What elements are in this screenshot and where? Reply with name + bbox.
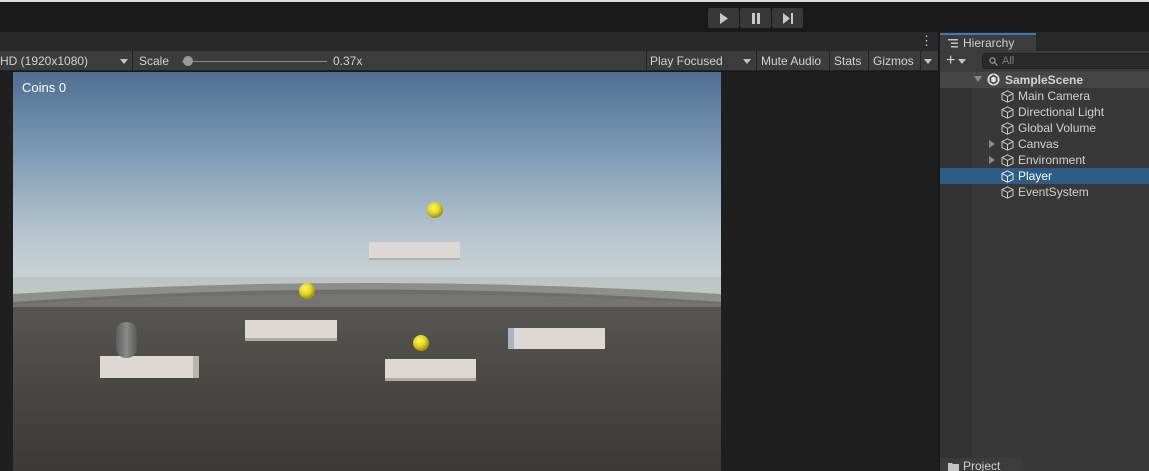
chevron-down-icon	[958, 58, 967, 64]
chevron-down-icon	[120, 59, 128, 64]
player-capsule	[116, 322, 137, 358]
item-label: Canvas	[1018, 137, 1059, 151]
platform	[100, 356, 199, 378]
step-icon	[782, 12, 793, 24]
toolbar-divider	[756, 51, 757, 71]
expand-arrow-icon[interactable]	[974, 76, 982, 82]
toolbar-divider	[132, 51, 133, 71]
coins-counter: Coins 0	[22, 80, 67, 95]
hierarchy-list-icon	[948, 38, 958, 47]
gameobject-cube-icon	[1001, 122, 1014, 135]
hierarchy-toolbar: + All	[940, 51, 1149, 72]
gizmos-dropdown-icon[interactable]	[924, 59, 932, 64]
hierarchy-item-eventsystem[interactable]: EventSystem	[940, 184, 1149, 200]
game-viewport[interactable]: Coins 0	[13, 72, 721, 471]
hierarchy-item-canvas[interactable]: Canvas	[940, 136, 1149, 152]
toolbar-divider	[868, 51, 869, 71]
gizmos-button[interactable]: Gizmos	[873, 51, 914, 71]
stats-button[interactable]: Stats	[834, 51, 861, 71]
play-icon	[719, 12, 728, 24]
platform	[385, 359, 476, 381]
tab-hierarchy-label: Hierarchy	[963, 35, 1015, 50]
more-options-icon[interactable]: ⋮	[920, 34, 933, 47]
main-toolbar	[0, 0, 1149, 32]
gameobject-cube-icon	[1001, 138, 1014, 151]
scale-slider-handle[interactable]	[182, 56, 193, 66]
hierarchy-item-player[interactable]: Player	[940, 168, 1149, 184]
hierarchy-search-input[interactable]: All	[982, 53, 1149, 69]
gameobject-cube-icon	[1001, 186, 1014, 199]
scene-row[interactable]: SampleScene	[940, 72, 1149, 88]
plus-icon: +	[946, 52, 956, 69]
gameobject-cube-icon	[1001, 106, 1014, 119]
tab-project[interactable]: Project	[940, 458, 1022, 471]
hierarchy-item-environment[interactable]: Environment	[940, 152, 1149, 168]
game-view: Coins 0	[0, 72, 938, 471]
coin	[299, 283, 315, 299]
scale-label: Scale	[139, 54, 170, 68]
game-tab-bar	[0, 32, 938, 51]
unity-scene-icon	[987, 73, 1000, 86]
chevron-down-icon	[743, 59, 751, 64]
playmode-controls	[708, 8, 803, 28]
toolbar-divider	[829, 51, 830, 71]
mute-audio-button[interactable]: Mute Audio	[761, 51, 821, 71]
play-mode-label: Play Focused	[650, 54, 723, 68]
tab-hierarchy[interactable]: Hierarchy	[940, 33, 1036, 51]
game-scene-render	[13, 72, 721, 471]
game-view-toolbar: HD (1920x1080) Scale 0.37x Play Focused …	[0, 51, 938, 71]
item-label: Environment	[1018, 153, 1086, 167]
hierarchy-tree: SampleScene Main Camera Directional Ligh…	[940, 72, 1149, 471]
item-label: Global Volume	[1018, 121, 1097, 135]
item-label: Main Camera	[1018, 89, 1091, 103]
hierarchy-panel: Hierarchy + All SampleScene Main Camera	[940, 32, 1149, 471]
play-button[interactable]	[708, 8, 739, 28]
search-icon	[989, 56, 998, 66]
coin	[427, 202, 443, 218]
item-label: Player	[1018, 169, 1053, 183]
pause-icon	[751, 12, 760, 24]
toolbar-divider	[646, 51, 647, 71]
hierarchy-item-directional-light[interactable]: Directional Light	[940, 104, 1149, 120]
search-placeholder: All	[1002, 55, 1015, 67]
hierarchy-item-main-camera[interactable]: Main Camera	[940, 88, 1149, 104]
expand-arrow-icon[interactable]	[989, 156, 995, 164]
toolbar-divider	[920, 51, 921, 71]
add-object-button[interactable]: +	[946, 52, 967, 69]
pause-button[interactable]	[740, 8, 771, 28]
platform	[369, 242, 460, 260]
tab-project-label: Project	[963, 459, 1001, 471]
play-mode-dropdown[interactable]: Play Focused	[650, 51, 756, 71]
hierarchy-tab-bar: Hierarchy	[940, 32, 1149, 51]
gameobject-cube-icon	[1001, 90, 1014, 103]
platform	[508, 328, 605, 349]
expand-arrow-icon[interactable]	[989, 140, 995, 148]
gameobject-cube-icon	[1001, 170, 1014, 183]
gameobject-cube-icon	[1001, 154, 1014, 167]
coin	[413, 335, 429, 351]
platform	[245, 320, 337, 341]
scale-value: 0.37x	[333, 54, 363, 68]
resolution-label: HD (1920x1080)	[0, 54, 89, 68]
item-label: Directional Light	[1018, 105, 1105, 119]
item-label: EventSystem	[1018, 185, 1089, 199]
scene-label: SampleScene	[1005, 73, 1084, 87]
hierarchy-item-global-volume[interactable]: Global Volume	[940, 120, 1149, 136]
scale-slider[interactable]	[182, 61, 327, 62]
resolution-dropdown[interactable]: HD (1920x1080)	[0, 51, 130, 71]
step-button[interactable]	[772, 8, 803, 28]
folder-icon	[948, 463, 959, 471]
